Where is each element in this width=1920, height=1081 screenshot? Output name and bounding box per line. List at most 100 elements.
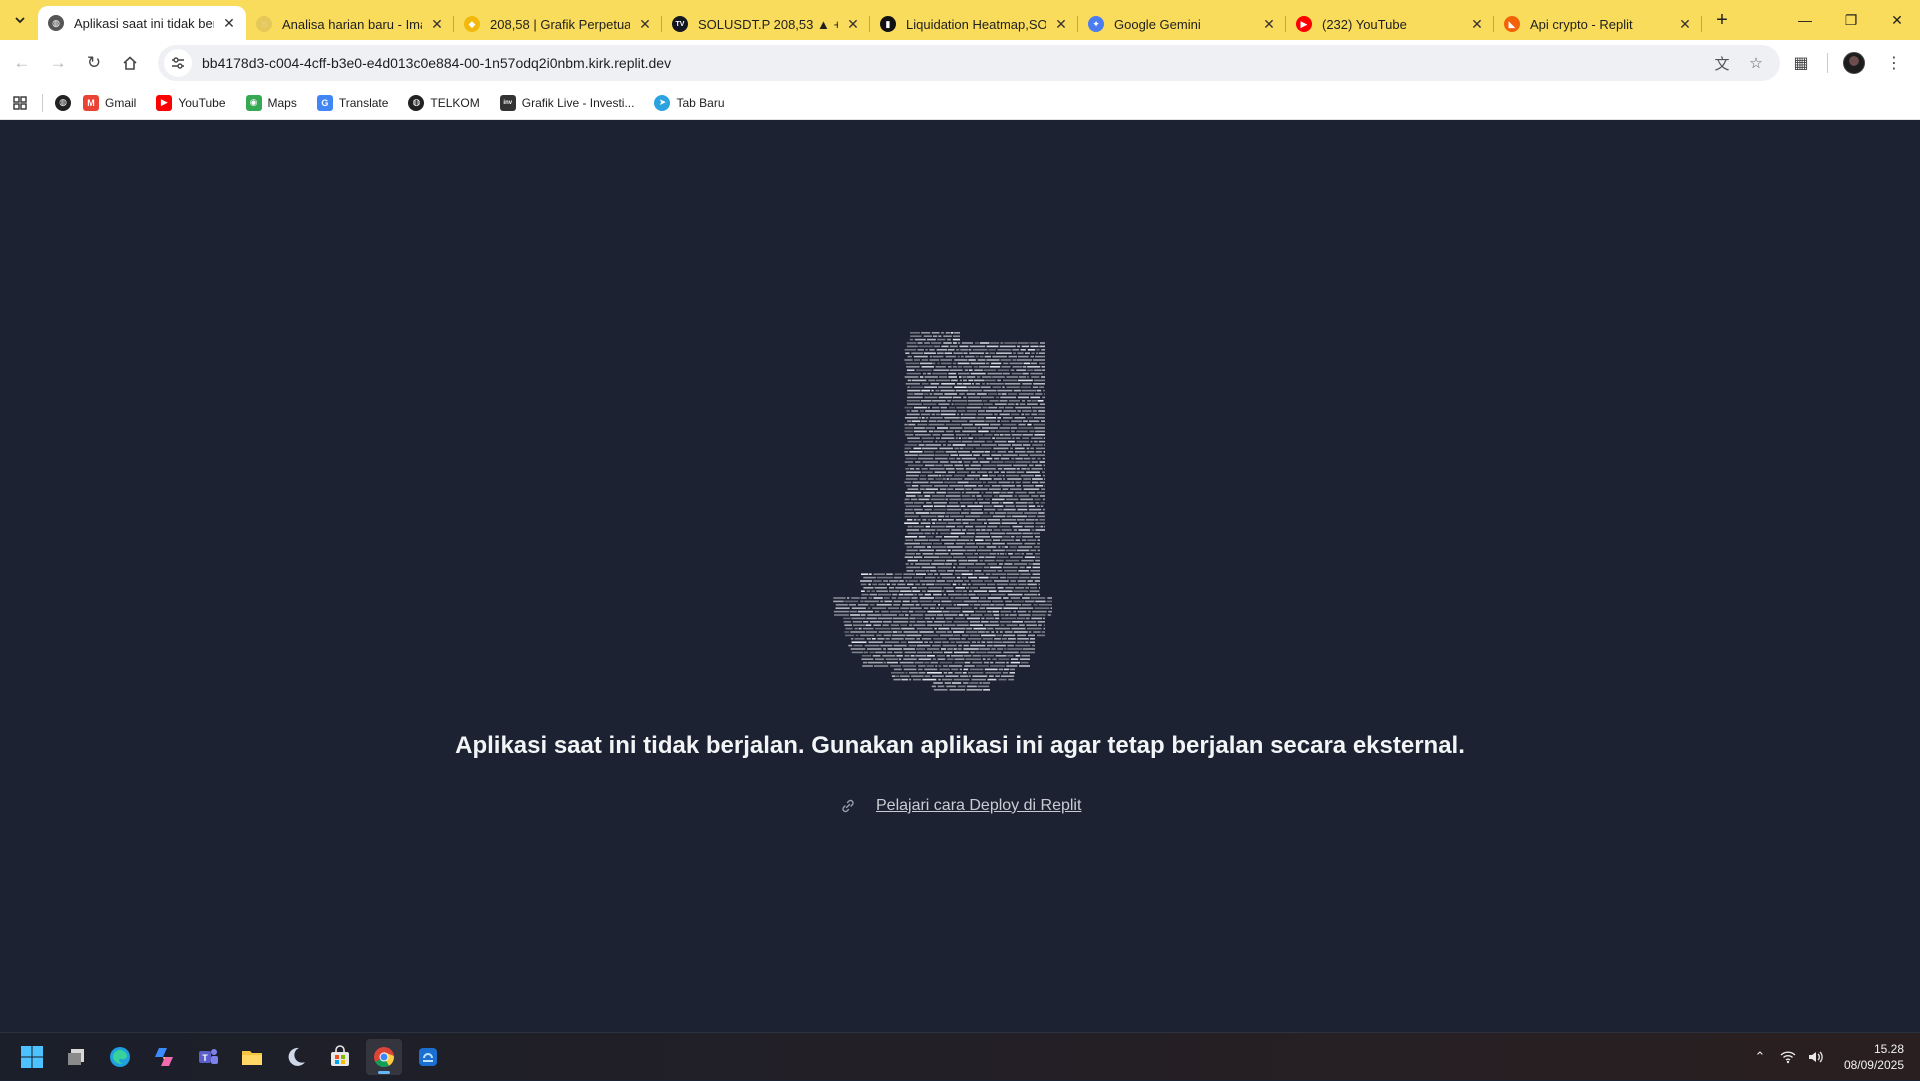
ascii-art-stroke xyxy=(940,390,954,392)
ascii-art-stroke xyxy=(849,604,856,606)
more-vert-icon: ⋮ xyxy=(1886,53,1902,73)
tab-close-button[interactable]: ✕ xyxy=(428,15,446,33)
ascii-art-stroke xyxy=(1018,546,1032,548)
address-bar[interactable]: bb4178d3-c004-4cff-b3e0-e4d013c0e884-00-… xyxy=(158,45,1780,81)
ascii-art-stroke xyxy=(954,580,963,582)
ascii-art-stroke xyxy=(953,342,957,344)
close-window-button[interactable]: ✕ xyxy=(1874,0,1920,40)
ascii-art-stroke xyxy=(912,590,920,592)
apps-button[interactable] xyxy=(8,91,32,115)
home-button[interactable] xyxy=(112,45,148,81)
ascii-art-stroke xyxy=(989,553,996,555)
bookmark-item[interactable]: invGrafik Live - Investi... xyxy=(494,89,641,117)
tab-close-button[interactable]: ✕ xyxy=(1676,15,1694,33)
tab-close-button[interactable]: ✕ xyxy=(844,15,862,33)
ascii-art-stroke xyxy=(952,682,961,684)
wifi-button[interactable] xyxy=(1776,1045,1800,1069)
ascii-art-stroke xyxy=(918,669,923,671)
bookmark-item[interactable]: MGmail xyxy=(77,89,142,117)
bookmark-item[interactable]: ◉Maps xyxy=(240,89,303,117)
tab-close-button[interactable]: ✕ xyxy=(636,15,654,33)
edge-button[interactable] xyxy=(102,1039,138,1075)
ascii-art-stroke xyxy=(954,621,969,623)
chrome-button[interactable] xyxy=(366,1039,402,1075)
bookmark-item[interactable]: GTranslate xyxy=(311,89,395,117)
browser-tab[interactable]: ◣Api crypto - Replit✕ xyxy=(1494,8,1702,40)
ascii-art-stroke xyxy=(967,393,976,395)
browser-tab[interactable]: TVSOLUSDT.P 208,53 ▲ +1.1✕ xyxy=(662,8,870,40)
ascii-art-stroke xyxy=(946,475,953,477)
bookmark-item[interactable]: ➤Tab Baru xyxy=(648,89,730,117)
ascii-art-stroke xyxy=(951,655,963,657)
tab-close-button[interactable]: ✕ xyxy=(1468,15,1486,33)
extensions-button[interactable]: ▦ xyxy=(1783,45,1819,81)
ascii-art-stroke xyxy=(896,675,899,677)
volume-button[interactable] xyxy=(1804,1045,1828,1069)
ascii-art-stroke xyxy=(1013,465,1027,467)
ascii-art-stroke xyxy=(901,641,907,643)
ascii-art-stroke xyxy=(941,363,952,365)
ascii-art-stroke xyxy=(1021,468,1026,470)
menu-button[interactable]: ⋮ xyxy=(1876,45,1912,81)
ascii-art-stroke xyxy=(972,675,987,677)
ascii-art-stroke xyxy=(1044,437,1045,439)
clock[interactable]: 15.28 08/09/2025 xyxy=(1844,1041,1904,1073)
ascii-art-stroke xyxy=(864,652,868,654)
ascii-art-stroke xyxy=(1032,444,1043,446)
reload-button[interactable]: ↻ xyxy=(76,45,112,81)
ascii-art-stroke xyxy=(991,363,1001,365)
ascii-art-stroke xyxy=(933,369,949,371)
store-icon xyxy=(328,1045,352,1069)
ascii-art-stroke xyxy=(873,624,881,626)
ascii-art-stroke xyxy=(972,641,976,643)
ascii-art-stroke xyxy=(946,686,956,688)
browser-tab[interactable]: ◌Analisa harian baru - Imag✕ xyxy=(246,8,454,40)
ascii-art-stroke xyxy=(1034,533,1041,535)
tab-close-button[interactable]: ✕ xyxy=(1052,15,1070,33)
bookmark-item[interactable]: ◍TELKOM xyxy=(402,89,485,117)
browser-tab[interactable]: ▶(232) YouTube✕ xyxy=(1286,8,1494,40)
start-button[interactable] xyxy=(14,1039,50,1075)
browser-tab[interactable]: ◍Aplikasi saat ini tidak berj✕ xyxy=(38,6,246,40)
file-explorer-button[interactable] xyxy=(234,1039,270,1075)
task-view-button[interactable] xyxy=(58,1039,94,1075)
store-button[interactable] xyxy=(322,1039,358,1075)
restore-button[interactable]: ❐ xyxy=(1828,0,1874,40)
tab-close-button[interactable]: ✕ xyxy=(220,14,238,32)
widget-button[interactable] xyxy=(278,1039,314,1075)
copilot-button[interactable] xyxy=(146,1039,182,1075)
profile-button[interactable] xyxy=(1836,45,1872,81)
forward-button[interactable]: → xyxy=(40,45,76,81)
ascii-art-stroke xyxy=(997,380,1001,382)
ascii-art-stroke xyxy=(936,618,944,620)
pinned-app-button[interactable] xyxy=(410,1039,446,1075)
url-text[interactable]: bb4178d3-c004-4cff-b3e0-e4d013c0e884-00-… xyxy=(202,55,671,71)
ascii-art-stroke xyxy=(955,448,959,450)
tab-search-button[interactable] xyxy=(6,6,34,34)
ascii-art-stroke xyxy=(990,604,994,606)
ascii-art-stroke xyxy=(912,485,919,487)
back-button[interactable]: ← xyxy=(4,45,40,81)
bookmark-item[interactable]: ▶YouTube xyxy=(150,89,231,117)
site-info-button[interactable] xyxy=(164,49,192,77)
browser-tab[interactable]: ◆208,58 | Grafik Perpetual U✕ xyxy=(454,8,662,40)
ascii-art-stroke xyxy=(925,618,931,620)
translate-page-button[interactable]: 文 xyxy=(1708,49,1736,77)
minimize-button[interactable]: — xyxy=(1782,0,1828,40)
tray-overflow-button[interactable]: ⌃ xyxy=(1748,1045,1772,1069)
ascii-art-stroke xyxy=(923,461,939,463)
ascii-art-stroke xyxy=(921,332,930,334)
bookmark-star-button[interactable]: ☆ xyxy=(1742,49,1770,77)
ascii-art-stroke xyxy=(929,420,937,422)
ascii-art-stroke xyxy=(1005,614,1008,616)
page-headline: Aplikasi saat ini tidak berjalan. Gunaka… xyxy=(0,732,1920,760)
ascii-art-stroke xyxy=(1003,597,1009,599)
browser-tab[interactable]: ▮Liquidation Heatmap,SOL✕ xyxy=(870,8,1078,40)
tab-close-button[interactable]: ✕ xyxy=(1260,15,1278,33)
ascii-art-stroke xyxy=(981,492,983,494)
browser-tab[interactable]: ✦Google Gemini✕ xyxy=(1078,8,1286,40)
teams-button[interactable]: T xyxy=(190,1039,226,1075)
learn-deploy-link[interactable]: Pelajari cara Deploy di Replit xyxy=(876,797,1081,815)
new-tab-button[interactable]: + xyxy=(1708,6,1736,34)
bookmark-item[interactable]: ◍ xyxy=(53,89,73,117)
